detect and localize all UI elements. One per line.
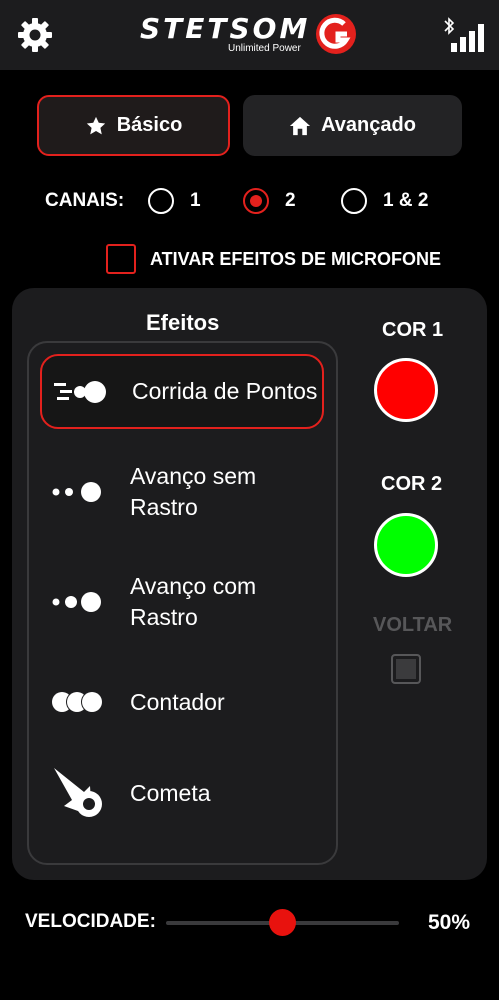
star-icon <box>86 116 105 134</box>
mic-effects-toggle[interactable]: ATIVAR EFEITOS DE MICROFONE <box>106 244 441 274</box>
velocidade-slider-thumb[interactable] <box>269 909 296 936</box>
radio-circle <box>341 188 367 214</box>
home-icon <box>289 116 311 135</box>
mic-effects-label: ATIVAR EFEITOS DE MICROFONE <box>150 248 442 269</box>
comet-icon <box>40 763 116 823</box>
tab-avancado[interactable]: Avançado <box>243 95 462 156</box>
canal-option-label: 2 <box>285 190 296 211</box>
running-dots-icon <box>42 362 118 422</box>
canal-option-label: 1 <box>190 190 201 211</box>
tab-avancado-label: Avançado <box>321 114 416 136</box>
tab-basico[interactable]: Básico <box>37 95 230 156</box>
canal-option-1-2[interactable]: 1 & 2 <box>341 188 428 214</box>
tab-basico-label: Básico <box>116 114 183 136</box>
effect-item-label: Contador <box>130 688 225 715</box>
logo-badge-icon <box>316 14 356 54</box>
gear-icon[interactable] <box>16 16 54 54</box>
cor1-swatch[interactable] <box>374 358 438 422</box>
effect-item-corrida-de-pontos[interactable]: Corrida de Pontos <box>40 354 324 429</box>
signal-icon <box>451 24 484 52</box>
advance-with-trail-icon <box>40 572 116 632</box>
effect-item-avanco-com-rastro[interactable]: Avanço com Rastro <box>40 569 324 635</box>
canal-option-1[interactable]: 1 <box>148 188 201 214</box>
canais-label: CANAIS: <box>45 190 125 211</box>
effect-item-avanco-sem-rastro[interactable]: Avanço sem Rastro <box>40 459 324 525</box>
logo-subtitle: Unlimited Power <box>228 43 301 54</box>
top-bar: STETSOM Unlimited Power <box>0 0 499 70</box>
advance-no-trail-icon <box>40 462 116 522</box>
effect-item-label: Avanço com Rastro <box>130 573 257 630</box>
effect-item-label: Corrida de Pontos <box>132 378 318 404</box>
efeitos-title: Efeitos <box>146 310 220 335</box>
canal-option-2[interactable]: 2 <box>243 188 296 214</box>
radio-circle <box>148 188 174 214</box>
counter-icon <box>40 672 116 732</box>
effect-item-cometa[interactable]: Cometa <box>40 762 324 824</box>
canais-row: CANAIS: 1 2 1 & 2 <box>45 186 465 216</box>
velocidade-label: VELOCIDADE: <box>25 911 156 932</box>
cor2-label: COR 2 <box>381 473 443 495</box>
effect-item-label: Avanço sem Rastro <box>130 463 257 520</box>
effect-item-contador[interactable]: Contador <box>40 672 324 732</box>
logo-text: STETSOM <box>140 12 311 45</box>
voltar-label: VOLTAR <box>373 614 453 636</box>
cor2-swatch[interactable] <box>374 513 438 577</box>
radio-circle <box>243 188 269 214</box>
stetsom-logo: STETSOM Unlimited Power <box>140 12 362 58</box>
cor1-label: COR 1 <box>382 319 444 341</box>
effect-item-label: Cometa <box>130 779 211 806</box>
velocidade-value: 50% <box>428 911 471 934</box>
mic-effects-checkbox[interactable] <box>106 244 136 274</box>
voltar-checkbox[interactable] <box>391 654 421 684</box>
canal-option-label: 1 & 2 <box>383 190 429 211</box>
